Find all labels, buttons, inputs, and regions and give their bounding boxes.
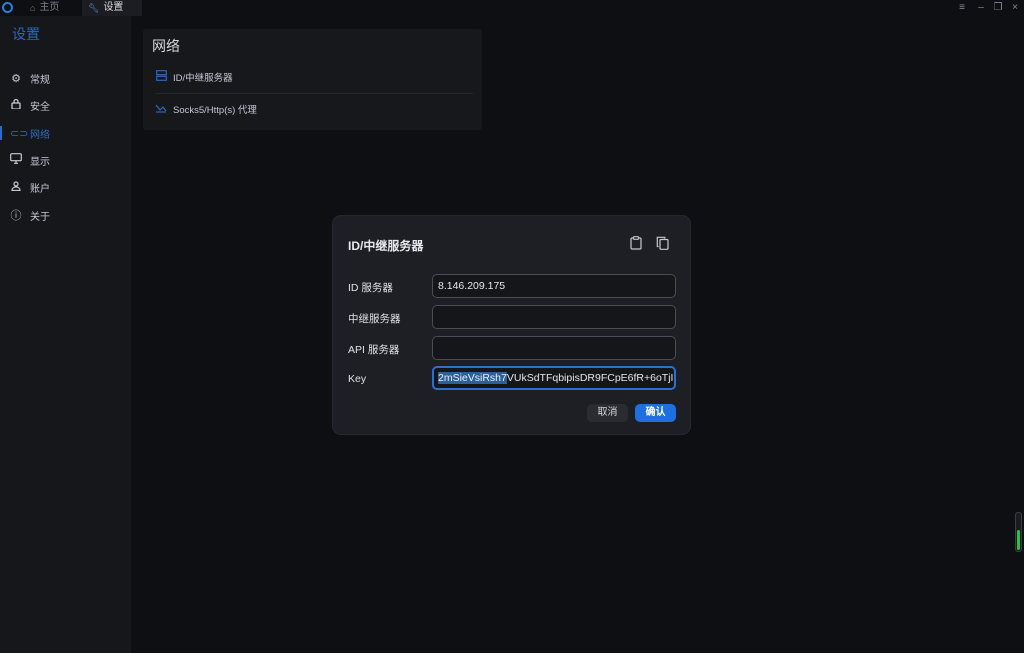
relay-server-input[interactable] bbox=[432, 305, 676, 329]
scroll-indicator[interactable] bbox=[1015, 512, 1022, 552]
proxy-icon bbox=[155, 103, 167, 116]
id-server-input[interactable]: 8.146.209.175 bbox=[432, 274, 676, 298]
sidebar-item-label: 网络 bbox=[30, 129, 50, 141]
network-settings-card: 网络 ID/中继服务器 Socks5/Http(s) 代理 bbox=[143, 29, 482, 130]
id-relay-server-dialog: ID/中继服务器 ID 服务器 8.146.209.175 中继服务器 API … bbox=[332, 215, 691, 435]
minimize-button[interactable]: – bbox=[974, 0, 988, 16]
id-server-value: 8.146.209.175 bbox=[438, 280, 506, 292]
row-label: Socks5/Http(s) 代理 bbox=[173, 105, 257, 116]
restore-button[interactable]: ❐ bbox=[991, 0, 1005, 16]
sidebar-item-label: 安全 bbox=[30, 101, 50, 113]
key-rest-text: VUkSdTFqbipisDR9FCpE6fR+6oTjI bbox=[506, 372, 674, 384]
info-icon: ⓘ bbox=[10, 210, 22, 222]
divider bbox=[155, 93, 473, 94]
scroll-indicator-fill bbox=[1017, 530, 1020, 550]
api-server-input[interactable] bbox=[432, 336, 676, 360]
link-icon: ⊂⊃ bbox=[10, 127, 29, 140]
sidebar-item-label: 常规 bbox=[30, 74, 50, 86]
sidebar-title: 设置 bbox=[12, 26, 40, 42]
server-icon bbox=[155, 70, 167, 84]
sidebar: 设置 ⚙ 常规 安全 ⊂⊃ 网络 显示 账户 ⓘ 关于 bbox=[0, 16, 131, 653]
proxy-row[interactable]: Socks5/Http(s) 代理 bbox=[155, 101, 257, 117]
clipboard-icon[interactable] bbox=[628, 236, 644, 252]
gear-icon: ⚙ bbox=[11, 72, 21, 85]
card-title: 网络 bbox=[152, 38, 180, 54]
sidebar-item-label: 显示 bbox=[30, 156, 50, 168]
confirm-button[interactable]: 确认 bbox=[635, 404, 676, 422]
tab-home[interactable]: ⌂ 主页 bbox=[24, 0, 78, 16]
sidebar-item-security[interactable]: 安全 bbox=[0, 95, 131, 115]
key-selected-text: 2mSieVsiRsh7 bbox=[438, 372, 507, 384]
title-bar: ⌂ 主页 🔧︎ 设置 ≡ – ❐ × bbox=[0, 0, 1024, 16]
monitor-icon bbox=[10, 153, 22, 167]
api-server-label: API 服务器 bbox=[348, 344, 400, 356]
dialog-title: ID/中继服务器 bbox=[348, 239, 424, 253]
sidebar-item-label: 账户 bbox=[30, 183, 50, 195]
cancel-button[interactable]: 取消 bbox=[587, 404, 628, 422]
key-input[interactable]: 2mSieVsiRsh7VUkSdTFqbipisDR9FCpE6fR+6oTj… bbox=[432, 366, 676, 390]
copy-icon[interactable] bbox=[654, 236, 670, 252]
close-button[interactable]: × bbox=[1008, 0, 1022, 16]
row-label: ID/中继服务器 bbox=[173, 73, 233, 84]
lock-icon bbox=[10, 98, 22, 112]
tab-home-label: 主页 bbox=[39, 2, 60, 13]
tab-settings-label: 设置 bbox=[103, 2, 124, 13]
relay-server-label: 中继服务器 bbox=[348, 313, 401, 325]
key-label: Key bbox=[348, 373, 367, 385]
menu-icon[interactable]: ≡ bbox=[955, 0, 969, 16]
sidebar-item-account[interactable]: 账户 bbox=[0, 177, 131, 197]
app-logo-icon bbox=[2, 2, 13, 13]
home-icon: ⌂ bbox=[30, 3, 36, 13]
sidebar-item-general[interactable]: ⚙ 常规 bbox=[0, 68, 131, 88]
tab-settings[interactable]: 🔧︎ 设置 bbox=[82, 0, 142, 16]
id-relay-server-row[interactable]: ID/中继服务器 bbox=[155, 69, 233, 85]
sidebar-item-about[interactable]: ⓘ 关于 bbox=[0, 205, 131, 225]
sidebar-item-network[interactable]: ⊂⊃ 网络 bbox=[0, 123, 131, 143]
user-icon bbox=[10, 180, 22, 194]
id-server-label: ID 服务器 bbox=[348, 282, 393, 294]
sidebar-item-label: 关于 bbox=[30, 211, 50, 223]
wrench-icon: 🔧︎ bbox=[88, 3, 100, 13]
sidebar-item-display[interactable]: 显示 bbox=[0, 150, 131, 170]
